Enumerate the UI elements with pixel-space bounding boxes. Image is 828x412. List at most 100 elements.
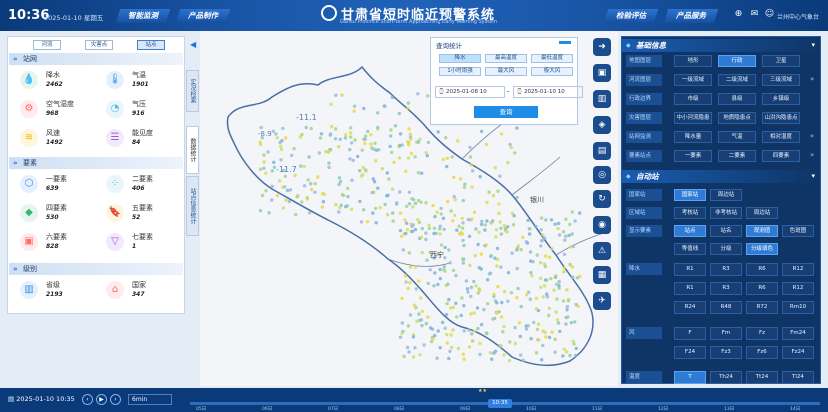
station-dot[interactable] bbox=[327, 165, 331, 170]
station-dot[interactable] bbox=[447, 297, 451, 302]
station-dot[interactable] bbox=[532, 320, 536, 325]
station-dot[interactable] bbox=[534, 307, 539, 311]
station-dot[interactable] bbox=[492, 350, 497, 355]
station-dot[interactable] bbox=[550, 330, 554, 334]
base-option[interactable]: 二要素 bbox=[718, 150, 756, 162]
station-dot[interactable] bbox=[513, 151, 517, 155]
element-option[interactable]: R6 bbox=[746, 282, 778, 295]
station-dot[interactable] bbox=[568, 222, 572, 227]
station-dot[interactable] bbox=[472, 329, 477, 333]
station-dot[interactable] bbox=[439, 243, 444, 247]
station-dot[interactable] bbox=[358, 169, 362, 173]
auto-station-header[interactable]: 自动站▾ bbox=[622, 170, 820, 183]
station-dot[interactable] bbox=[461, 261, 465, 265]
station-dot[interactable] bbox=[515, 266, 519, 271]
station-dot[interactable] bbox=[334, 93, 338, 97]
station-dot[interactable] bbox=[555, 297, 559, 301]
station-dot[interactable] bbox=[337, 145, 341, 149]
station-dot[interactable] bbox=[281, 185, 285, 189]
station-stat-0-2[interactable]: ⚙ 空气湿度 968 bbox=[20, 98, 100, 122]
station-dot[interactable] bbox=[417, 220, 422, 224]
station-dot[interactable] bbox=[346, 194, 350, 199]
station-dot[interactable] bbox=[472, 311, 476, 315]
station-dot[interactable] bbox=[438, 232, 442, 236]
station-dot[interactable] bbox=[499, 132, 504, 136]
station-dot[interactable] bbox=[317, 151, 321, 155]
station-dot[interactable] bbox=[462, 185, 467, 189]
station-dot[interactable] bbox=[499, 232, 504, 236]
station-dot[interactable] bbox=[432, 231, 436, 236]
station-dot[interactable] bbox=[350, 141, 354, 145]
station-dot[interactable] bbox=[400, 234, 404, 238]
station-dot[interactable] bbox=[417, 312, 421, 316]
station-dot[interactable] bbox=[438, 276, 442, 281]
base-option[interactable]: 地形 bbox=[674, 55, 712, 67]
station-dot[interactable] bbox=[574, 346, 578, 351]
station-dot[interactable] bbox=[509, 291, 514, 295]
station-dot[interactable] bbox=[366, 129, 370, 134]
station-dot[interactable] bbox=[498, 220, 502, 224]
station-dot[interactable] bbox=[543, 278, 548, 282]
station-dot[interactable] bbox=[573, 219, 577, 223]
station-dot[interactable] bbox=[495, 301, 499, 305]
user-name[interactable]: 兰州中心气象台 bbox=[777, 12, 819, 21]
station-dot[interactable] bbox=[535, 253, 539, 257]
station-dot[interactable] bbox=[400, 331, 404, 335]
auto-option[interactable]: 站名 bbox=[710, 225, 742, 237]
station-dot[interactable] bbox=[275, 193, 280, 198]
station-dot[interactable] bbox=[293, 173, 297, 178]
station-dot[interactable] bbox=[436, 282, 440, 287]
nav-tab-products[interactable]: 产品制作 bbox=[175, 9, 231, 23]
station-dot[interactable] bbox=[279, 147, 284, 152]
station-dot[interactable] bbox=[506, 299, 510, 303]
station-dot[interactable] bbox=[333, 137, 338, 141]
station-dot[interactable] bbox=[441, 216, 446, 220]
station-dot[interactable] bbox=[386, 193, 390, 197]
station-dot[interactable] bbox=[549, 218, 554, 222]
station-dot[interactable] bbox=[490, 357, 494, 361]
station-dot[interactable] bbox=[410, 197, 414, 201]
station-stat-1-1[interactable]: ⁘ 二要素 406 bbox=[106, 173, 186, 197]
base-option[interactable]: 山洪沟隐患点 bbox=[762, 112, 800, 124]
station-dot[interactable] bbox=[420, 250, 424, 255]
base-option[interactable]: 地质隐患点 bbox=[718, 112, 756, 124]
station-dot[interactable] bbox=[398, 228, 403, 233]
station-dot[interactable] bbox=[445, 341, 449, 345]
satellite-icon[interactable]: ◉ bbox=[593, 216, 611, 234]
station-dot[interactable] bbox=[445, 164, 449, 169]
station-dot[interactable] bbox=[405, 221, 409, 225]
station-dot[interactable] bbox=[547, 255, 552, 259]
station-dot[interactable] bbox=[515, 126, 519, 130]
station-dot[interactable] bbox=[486, 302, 490, 306]
station-dot[interactable] bbox=[419, 296, 423, 300]
station-dot[interactable] bbox=[464, 279, 469, 283]
station-dot[interactable] bbox=[521, 235, 525, 240]
station-dot[interactable] bbox=[424, 151, 428, 155]
station-dot[interactable] bbox=[402, 354, 406, 359]
station-dot[interactable] bbox=[539, 216, 544, 220]
station-dot[interactable] bbox=[456, 346, 461, 351]
station-dot[interactable] bbox=[564, 315, 568, 320]
station-dot[interactable] bbox=[493, 166, 497, 170]
station-dot[interactable] bbox=[271, 129, 275, 133]
compass-icon[interactable]: ✈ bbox=[593, 292, 611, 310]
station-stat-1-5[interactable]: ▽ 七要素 1 bbox=[106, 231, 186, 255]
station-dot[interactable] bbox=[418, 353, 422, 357]
station-dot[interactable] bbox=[466, 217, 471, 222]
station-dot[interactable] bbox=[541, 233, 545, 237]
station-dot[interactable] bbox=[398, 132, 403, 136]
station-dot[interactable] bbox=[328, 133, 332, 137]
station-dot[interactable] bbox=[505, 230, 509, 234]
element-option[interactable]: R12 bbox=[782, 282, 814, 295]
station-dot[interactable] bbox=[388, 144, 392, 149]
station-dot[interactable] bbox=[352, 104, 357, 108]
station-dot[interactable] bbox=[362, 106, 366, 111]
station-dot[interactable] bbox=[400, 296, 404, 301]
station-dot[interactable] bbox=[472, 279, 476, 284]
station-dot[interactable] bbox=[407, 190, 412, 194]
station-dot[interactable] bbox=[574, 353, 578, 358]
station-dot[interactable] bbox=[484, 243, 488, 247]
station-dot[interactable] bbox=[447, 248, 451, 252]
station-dot[interactable] bbox=[499, 265, 503, 269]
station-dot[interactable] bbox=[554, 282, 559, 286]
